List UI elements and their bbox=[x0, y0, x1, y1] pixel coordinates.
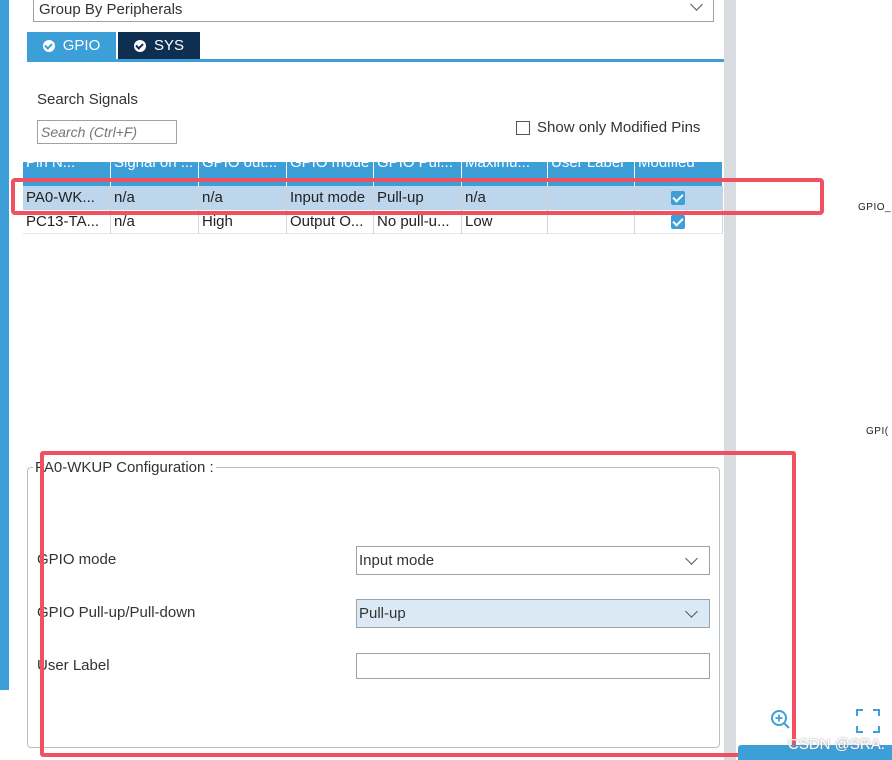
check-circle-icon bbox=[42, 39, 55, 52]
highlight-config-group bbox=[40, 451, 796, 757]
left-gap bbox=[9, 0, 23, 760]
group-by-value: Group By Peripherals bbox=[39, 1, 183, 18]
fit-screen-icon[interactable] bbox=[856, 709, 880, 733]
highlight-selected-row bbox=[11, 178, 824, 215]
show-modified-checkbox[interactable] bbox=[516, 121, 530, 135]
tab-gpio[interactable]: GPIO bbox=[27, 32, 116, 59]
checkbox-checked-icon bbox=[671, 215, 685, 229]
check-circle-icon bbox=[133, 39, 146, 52]
watermark: CSDN @SRA. bbox=[788, 736, 885, 753]
tab-underline bbox=[27, 59, 724, 62]
tab-gpio-label: GPIO bbox=[62, 37, 101, 54]
group-by-select[interactable]: Group By Peripherals bbox=[33, 0, 714, 22]
left-side-bar bbox=[0, 0, 9, 690]
zoom-in-icon[interactable] bbox=[770, 709, 790, 729]
pin-label-gpio-2: GPI( bbox=[866, 426, 889, 437]
search-input[interactable] bbox=[37, 120, 177, 144]
tab-sys-label: SYS bbox=[153, 37, 184, 54]
pin-label-gpio: GPIO_ bbox=[858, 202, 892, 213]
chevron-down-icon bbox=[690, 0, 703, 11]
search-signals-label: Search Signals bbox=[37, 91, 138, 108]
tab-sys[interactable]: SYS bbox=[118, 32, 200, 59]
show-modified-label[interactable]: Show only Modified Pins bbox=[537, 119, 700, 136]
